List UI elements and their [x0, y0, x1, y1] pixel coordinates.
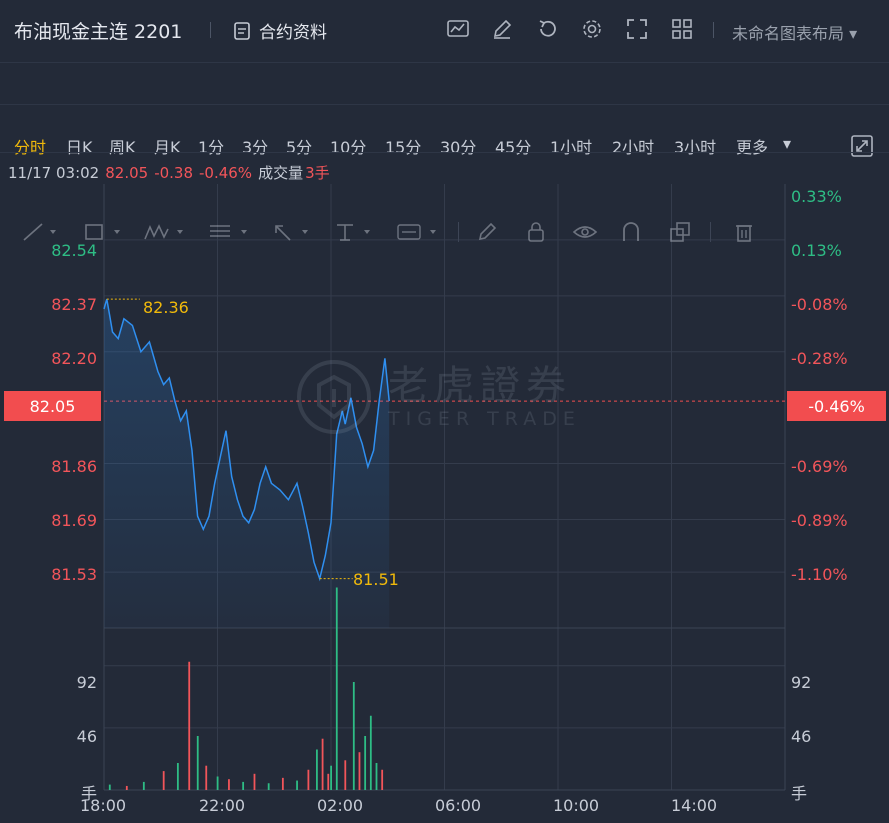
volume-bar — [162, 771, 165, 790]
fullscreen-icon[interactable] — [625, 17, 649, 41]
grid-layout-icon[interactable] — [670, 17, 694, 41]
current-pct-tag: -0.46% — [787, 391, 886, 421]
arrow-tool-icon[interactable] — [272, 220, 312, 244]
contract-info-label: 合约资料 — [259, 23, 327, 43]
volume-bar — [253, 773, 256, 790]
pct-tick-right: -0.89% — [791, 511, 848, 530]
volume-bar — [176, 763, 179, 790]
top-toolbar: 布油现金主连 2201 合约资料 未命名图表布局 ▾ — [0, 0, 889, 63]
volume-bar — [125, 785, 128, 790]
instrument-title[interactable]: 布油现金主连 2201 — [14, 17, 182, 44]
volume-tick-right: 92 — [791, 673, 812, 692]
price-tick-left: 81.53 — [51, 565, 97, 584]
layers-icon[interactable] — [668, 220, 692, 244]
watermark-logo: 老虎證券 TIGER TRADE — [294, 357, 581, 437]
divider — [710, 222, 711, 242]
undo-icon[interactable] — [535, 17, 559, 41]
layout-name-label: 未命名图表布局 — [732, 24, 845, 43]
text-label-tool-icon[interactable] — [396, 220, 442, 244]
volume-bar — [358, 752, 361, 790]
time-tick: 06:00 — [435, 796, 482, 815]
volume-bar — [188, 661, 191, 790]
volume-bar — [335, 587, 338, 790]
contract-info-button[interactable]: 合约资料 — [233, 18, 327, 43]
tiger-logo-icon — [297, 360, 371, 434]
volume-bar — [307, 769, 310, 790]
volume-bar — [344, 760, 347, 790]
watermark-en: TIGER TRADE — [388, 408, 581, 430]
volume-tick-right: 46 — [791, 727, 812, 746]
low-marker-label: 81.51 — [353, 570, 399, 589]
volume-bar — [375, 763, 378, 790]
pct-tick-right: -0.28% — [791, 349, 848, 368]
volume-bar — [196, 736, 199, 790]
settings-gear-icon[interactable] — [580, 17, 604, 41]
volume-bar — [381, 769, 384, 790]
volume-bar — [205, 765, 208, 790]
price-tick-left: 82.54 — [51, 241, 97, 260]
quote-volume: 3手 — [305, 164, 330, 182]
volume-bar — [330, 765, 332, 790]
volume-bar — [142, 781, 145, 790]
high-marker-label: 82.36 — [143, 298, 189, 317]
volume-bar — [369, 715, 372, 790]
pct-tick-right: -0.69% — [791, 457, 848, 476]
volume-bar — [281, 777, 284, 790]
drawing-toolbar — [0, 104, 889, 242]
lock-icon[interactable] — [526, 220, 546, 244]
volume-bar — [364, 736, 367, 790]
price-tick-left: 82.37 — [51, 295, 97, 314]
price-tick-left: 82.20 — [51, 349, 97, 368]
volume-bar — [321, 738, 324, 790]
magnet-icon[interactable] — [620, 220, 642, 244]
time-tick: 14:00 — [671, 796, 718, 815]
eye-icon[interactable] — [572, 220, 598, 244]
divider — [210, 22, 211, 38]
quote-time: 11/17 03:02 — [8, 164, 100, 182]
volume-bar — [242, 781, 245, 790]
divider — [713, 22, 714, 38]
volume-tick-left: 46 — [76, 727, 97, 746]
volume-bar — [327, 773, 330, 790]
pct-tick-right: 0.33% — [791, 187, 842, 206]
volume-bar — [316, 749, 318, 790]
edit-icon[interactable] — [490, 17, 514, 41]
indicator-icon[interactable] — [446, 17, 470, 41]
quote-price: 82.05 — [105, 164, 149, 182]
time-tick: 10:00 — [553, 796, 600, 815]
watermark-cn: 老虎證券 — [388, 363, 572, 409]
time-tick: 18:00 — [80, 796, 127, 815]
measure-tool-icon[interactable] — [334, 220, 374, 244]
wave-tool-icon[interactable] — [144, 220, 188, 244]
price-tick-left: 81.69 — [51, 511, 97, 530]
quote-change-pct: -0.46% — [199, 164, 253, 182]
volume-bar — [267, 783, 270, 790]
period-bar: 分时 日K 周K 月K 1分 3分 5分 10分 15分 30分 45分 1小时 2小时 3小时 更多 ▾ — [0, 62, 889, 157]
pen-icon[interactable] — [476, 220, 498, 244]
volume-bar — [108, 784, 111, 790]
fib-tool-icon[interactable] — [208, 220, 252, 244]
current-price-tag: 82.05 — [4, 391, 101, 421]
quote-change: -0.38 — [154, 164, 193, 182]
volume-tick-left: 92 — [76, 673, 97, 692]
document-icon — [234, 21, 250, 40]
price-tick-left: 81.86 — [51, 457, 97, 476]
trash-icon[interactable] — [734, 220, 754, 244]
quote-info-line: 11/17 03:02 82.05 -0.38 -0.46% 成交量 3手 — [8, 162, 336, 183]
pct-tick-right: -1.10% — [791, 565, 848, 584]
volume-unit-right: 手 — [791, 784, 808, 803]
pct-tick-right: -0.08% — [791, 295, 848, 314]
time-tick: 22:00 — [199, 796, 246, 815]
volume-bar — [352, 682, 355, 790]
caret-down-icon: ▾ — [849, 24, 858, 43]
volume-bar — [228, 779, 230, 790]
pct-tick-right: 0.13% — [791, 241, 842, 260]
divider — [458, 222, 459, 242]
volume-bar — [216, 776, 219, 790]
volume-bar — [296, 780, 298, 790]
volume-label: 成交量 — [258, 164, 304, 182]
layout-name-dropdown[interactable]: 未命名图表布局 ▾ — [732, 20, 857, 44]
time-tick: 02:00 — [317, 796, 364, 815]
